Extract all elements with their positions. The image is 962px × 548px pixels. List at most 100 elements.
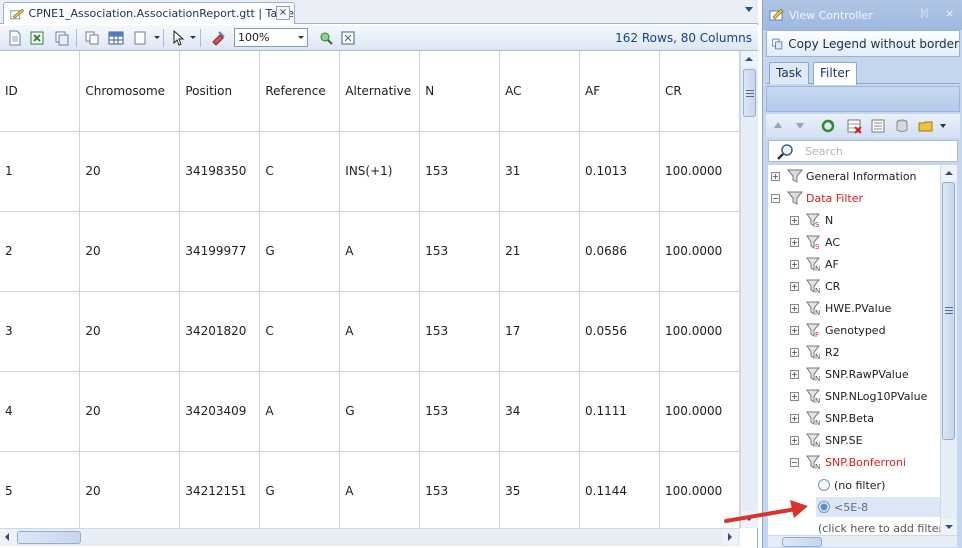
table-cell[interactable]: INS(+1) [339,131,421,212]
table-cell[interactable]: A [339,291,421,372]
filter-tree[interactable]: + General Information − Data Filter + S … [768,165,940,535]
tree-item-hwe-pvalue[interactable]: + N HWE.PValue [790,298,891,318]
filter-option-selected[interactable]: <5E-8 [816,497,940,517]
add-filter-link[interactable]: (click here to add filter) [818,518,940,535]
table-cell[interactable]: 3 [0,291,81,372]
data-grid[interactable]: ID Chromosome Position Reference Alterna… [0,51,740,528]
table-cell[interactable]: 34203409 [179,371,261,452]
expand-toggle[interactable]: + [790,259,799,269]
load-filter-dropdown-arrow[interactable] [940,124,946,128]
column-header-cr[interactable]: CR [659,51,740,132]
column-header-chromosome[interactable]: Chromosome [79,51,181,132]
table-cell[interactable]: 34198350 [179,131,261,212]
expand-toggle[interactable]: + [790,435,799,445]
table-cell[interactable]: 153 [419,131,501,212]
horizontal-scroll-thumb[interactable] [17,531,81,544]
expand-toggle[interactable]: + [790,281,799,291]
table-cell[interactable]: A [339,211,421,292]
expand-toggle[interactable]: + [790,347,799,357]
copy-icon[interactable] [84,30,100,46]
table-cell[interactable]: 31 [499,131,581,212]
scroll-down-button[interactable] [741,511,757,527]
column-header-reference[interactable]: Reference [259,51,341,132]
column-header-ac[interactable]: AC [499,51,581,132]
tree-scroll-down-button[interactable] [941,519,957,535]
table-grid-icon[interactable] [108,30,124,46]
tree-item-af[interactable]: + N AF [790,254,839,274]
tab-filter[interactable]: Filter [813,62,857,85]
page-layout-dropdown-arrow[interactable] [154,36,160,39]
tree-item-snp-bonferroni[interactable]: − N SNP.Bonferroni [790,452,906,472]
tab-menu-chevron-icon[interactable] [744,4,754,14]
column-header-position[interactable]: Position [179,51,261,132]
table-row[interactable]: 2 20 34199977 G A 153 21 0.0686 100.0000 [0,211,740,292]
collapse-toggle[interactable]: − [771,193,780,203]
table-cell[interactable]: 100.0000 [659,131,740,212]
tree-item-data-filter[interactable]: − Data Filter [771,188,863,208]
close-tab-button[interactable]: × [276,6,290,20]
table-cell[interactable]: G [339,371,421,452]
copy-legend-button[interactable]: Copy Legend without border [766,30,960,57]
column-header-alternative[interactable]: Alternative [339,51,421,132]
tree-item-cr[interactable]: + N CR [790,276,840,296]
table-cell[interactable]: 5 [0,451,81,528]
tree-item-snp-rawpvalue[interactable]: + N SNP.RawPValue [790,364,909,384]
column-header-af[interactable]: AF [579,51,660,132]
table-cell[interactable]: 100.0000 [659,211,740,292]
table-cell[interactable]: 35 [499,451,581,528]
filter-list-icon[interactable] [870,118,886,134]
vertical-scroll-thumb[interactable] [743,69,756,117]
table-cell[interactable]: 34 [499,371,581,452]
table-cell[interactable]: 0.0556 [579,291,660,372]
tree-item-genotyped[interactable]: + F Genotyped [790,320,886,340]
table-cell[interactable]: 34212151 [179,451,261,528]
pointer-dropdown-arrow[interactable] [190,36,196,39]
table-cell[interactable]: 0.1013 [579,131,660,212]
table-row[interactable]: 1 20 34198350 C INS(+1) 153 31 0.1013 10… [0,131,740,212]
tree-item-n[interactable]: + S N [790,210,833,230]
move-down-icon[interactable] [796,123,804,129]
table-cell[interactable]: 17 [499,291,581,372]
zoom-in-icon[interactable] [318,30,334,46]
delete-filter-icon[interactable] [846,118,862,134]
table-cell[interactable]: 20 [79,371,181,452]
table-cell[interactable]: G [259,451,341,528]
tab-task[interactable]: Task [769,62,809,84]
expand-toggle[interactable]: + [790,215,799,225]
table-cell[interactable]: 0.1111 [579,371,660,452]
column-header-n[interactable]: N [419,51,501,132]
table-cell[interactable]: 4 [0,371,81,452]
table-cell[interactable]: G [259,211,341,292]
tree-item-snp-beta[interactable]: + N SNP.Beta [790,408,874,428]
table-cell[interactable]: C [259,291,341,372]
fit-to-window-icon[interactable] [340,30,356,46]
table-cell[interactable]: 1 [0,131,81,212]
table-row[interactable]: 3 20 34201820 C A 153 17 0.0556 100.0000 [0,291,740,372]
panel-close-button[interactable]: × [945,7,954,20]
zoom-dropdown-arrow[interactable] [298,36,304,39]
expand-toggle[interactable]: + [790,391,799,401]
table-cell[interactable]: 0.1144 [579,451,660,528]
table-cell[interactable]: C [259,131,341,212]
expand-toggle[interactable]: + [790,413,799,423]
table-cell[interactable]: 20 [79,211,181,292]
table-cell[interactable]: 34201820 [179,291,261,372]
table-cell[interactable]: 2 [0,211,81,292]
pin-button[interactable]: ᛞ [921,7,928,20]
table-cell[interactable]: 153 [419,211,501,292]
scroll-up-button[interactable] [741,51,757,67]
table-cell[interactable]: 153 [419,371,501,452]
table-cell[interactable]: 21 [499,211,581,292]
table-cell[interactable]: 100.0000 [659,371,740,452]
document-icon[interactable] [7,30,23,46]
tree-vertical-scrollbar[interactable] [940,165,957,535]
filter-search-input[interactable]: Search [768,140,958,162]
refresh-icon[interactable] [820,118,836,134]
tree-item-snp-nlog10pvalue[interactable]: + N SNP.NLog10PValue [790,386,927,406]
table-cell[interactable]: 100.0000 [659,291,740,372]
table-cell[interactable]: 100.0000 [659,451,740,528]
document-tab[interactable]: CPNE1_Association.AssociationReport.gtt … [3,2,295,24]
load-filter-icon[interactable] [918,118,934,134]
tree-item-ac[interactable]: + S AC [790,232,840,252]
tree-item-general-information[interactable]: + General Information [771,166,917,186]
